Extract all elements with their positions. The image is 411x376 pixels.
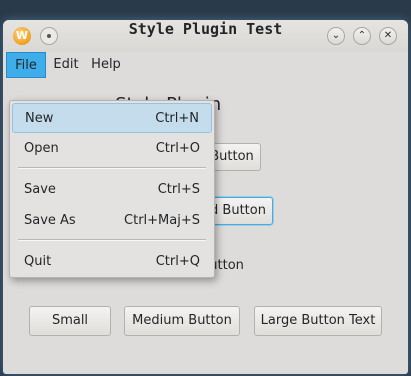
titlebar[interactable]: Style Plugin Test W ⌄ ⌃ ✕ bbox=[3, 20, 408, 52]
file-menu-item-open[interactable]: Open Ctrl+O bbox=[12, 134, 212, 164]
on-all-desktops-button[interactable] bbox=[40, 27, 58, 45]
menu-edit[interactable]: Edit bbox=[49, 52, 83, 78]
menu-separator bbox=[18, 239, 206, 241]
menu-item-shortcut: Ctrl+N bbox=[155, 111, 199, 126]
application-window: Style Plugin Test W ⌄ ⌃ ✕ File Edit Help… bbox=[3, 20, 408, 374]
file-menu-item-save-as[interactable]: Save As Ctrl+Maj+S bbox=[12, 206, 212, 236]
menu-help[interactable]: Help bbox=[87, 52, 125, 78]
app-icon[interactable]: W bbox=[13, 27, 31, 45]
menu-item-label: Save As bbox=[24, 213, 76, 228]
menu-item-shortcut: Ctrl+S bbox=[157, 182, 200, 197]
small-button[interactable]: Small bbox=[29, 306, 111, 336]
file-menu-item-quit[interactable]: Quit Ctrl+Q bbox=[12, 247, 212, 277]
menu-item-label: Quit bbox=[24, 254, 52, 269]
minimize-button[interactable]: ⌄ bbox=[327, 27, 345, 45]
file-menu-item-new[interactable]: New Ctrl+N bbox=[12, 103, 212, 133]
maximize-button[interactable]: ⌃ bbox=[353, 27, 371, 45]
file-menu-dropdown: New Ctrl+N Open Ctrl+O Save Ctrl+S Save … bbox=[9, 100, 215, 278]
medium-button[interactable]: Medium Button bbox=[124, 306, 240, 336]
menu-file[interactable]: File bbox=[6, 52, 46, 78]
menubar: File Edit Help bbox=[3, 52, 408, 78]
file-menu-item-save[interactable]: Save Ctrl+S bbox=[12, 175, 212, 205]
menu-item-label: Save bbox=[24, 182, 56, 197]
menu-item-shortcut: Ctrl+Q bbox=[155, 254, 200, 269]
menu-item-shortcut: Ctrl+Maj+S bbox=[124, 213, 200, 228]
large-button[interactable]: Large Button Text bbox=[254, 306, 382, 336]
close-button[interactable]: ✕ bbox=[379, 27, 397, 45]
menu-separator bbox=[18, 167, 206, 169]
menu-item-label: Open bbox=[24, 141, 59, 156]
menu-item-shortcut: Ctrl+O bbox=[155, 141, 200, 156]
menu-item-label: New bbox=[25, 111, 54, 126]
window-title: Style Plugin Test bbox=[128, 20, 283, 38]
